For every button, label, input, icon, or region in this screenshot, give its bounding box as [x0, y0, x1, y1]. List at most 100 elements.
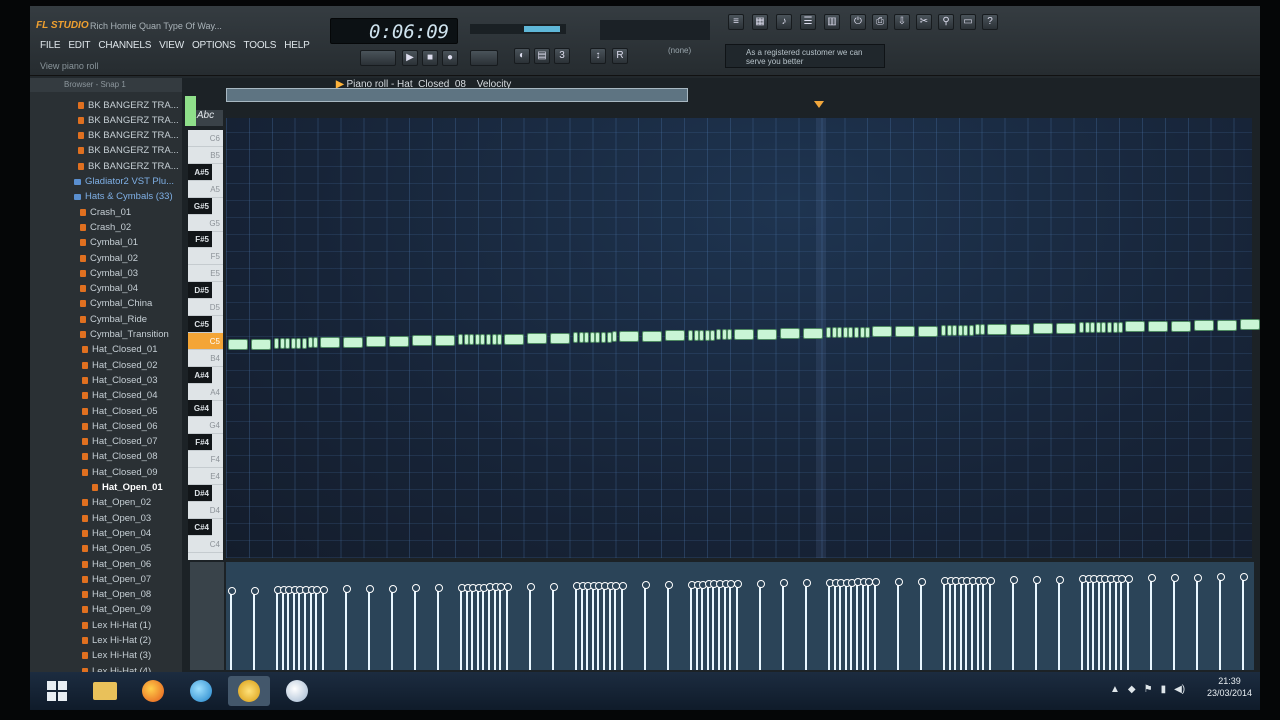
power-icon[interactable]: ⏻ — [850, 14, 866, 30]
piano-key[interactable]: D5 — [188, 299, 223, 316]
note[interactable] — [573, 332, 578, 344]
velocity-bar[interactable] — [872, 578, 880, 670]
horizontal-scrollbar[interactable] — [226, 88, 688, 102]
menu-channels[interactable]: CHANNELS — [98, 40, 151, 51]
browser-folder[interactable]: Gladiator2 VST Plu... — [74, 175, 174, 189]
velocity-bar[interactable] — [619, 581, 627, 670]
piano-key[interactable]: E4 — [188, 468, 223, 485]
note[interactable] — [716, 329, 721, 341]
velocity-bar[interactable] — [463, 583, 472, 670]
piano-key[interactable]: A#4 — [188, 366, 212, 384]
note[interactable] — [1125, 321, 1145, 333]
velocity-bar[interactable] — [1125, 574, 1133, 670]
note[interactable] — [228, 338, 248, 350]
piano-key[interactable]: B5 — [188, 147, 223, 164]
velocity-bar[interactable] — [688, 580, 696, 670]
tray-flag-icon[interactable]: ⚑ — [1144, 684, 1153, 695]
velocity-bar[interactable] — [612, 581, 621, 670]
browser-item[interactable]: Hat_Open_05 — [82, 542, 151, 556]
browser-item[interactable]: BK BANGERZ TRA... — [78, 159, 179, 173]
blend-icon[interactable]: ↕ — [590, 48, 606, 64]
piano-key[interactable]: F5 — [188, 248, 223, 266]
velocity-bar[interactable] — [895, 577, 903, 670]
browser-item[interactable]: Cymbal_China — [80, 297, 152, 311]
note[interactable] — [274, 338, 279, 350]
velocity-bar[interactable] — [642, 581, 650, 670]
velocity-bar[interactable] — [1056, 575, 1064, 670]
volume-icon[interactable]: ◀) — [1174, 684, 1185, 695]
velocity-bar[interactable] — [389, 584, 397, 670]
velocity-bar[interactable] — [1148, 574, 1156, 670]
velocity-bar[interactable] — [279, 586, 288, 670]
note[interactable] — [389, 335, 409, 347]
note-grid[interactable] — [226, 118, 1260, 558]
velocity-bar[interactable] — [865, 578, 874, 670]
piano-key[interactable]: A5 — [188, 181, 223, 198]
network-icon[interactable]: ▮ — [1161, 684, 1167, 695]
velocity-bar[interactable] — [274, 586, 282, 670]
menu-file[interactable]: FILE — [40, 40, 61, 51]
velocity-bar[interactable] — [757, 579, 765, 670]
velocity-bar[interactable] — [320, 585, 328, 670]
velocity-bar[interactable] — [343, 585, 351, 670]
app-taskbar-icon[interactable] — [276, 676, 318, 706]
firefox-icon[interactable] — [132, 676, 174, 706]
note[interactable] — [486, 333, 491, 345]
velocity-bar[interactable] — [734, 580, 742, 670]
note[interactable] — [474, 334, 480, 346]
menu-options[interactable]: OPTIONS — [192, 40, 236, 51]
velocity-bar[interactable] — [1101, 575, 1110, 670]
velocity-bar[interactable] — [837, 578, 846, 670]
browser-item[interactable]: Crash_02 — [80, 220, 131, 234]
velocity-bar[interactable] — [831, 578, 840, 670]
note[interactable] — [872, 326, 892, 338]
browser-item[interactable]: Hat_Open_02 — [82, 496, 151, 510]
velocity-lane[interactable] — [226, 562, 1254, 670]
velocity-bar[interactable] — [307, 585, 316, 670]
velocity-bar[interactable] — [584, 582, 593, 670]
velocity-bar[interactable] — [704, 580, 713, 670]
velocity-bar[interactable] — [716, 580, 724, 670]
velocity-bar[interactable] — [601, 581, 609, 670]
export-icon[interactable]: ⇩ — [894, 14, 910, 30]
note[interactable] — [854, 326, 859, 338]
document-icon[interactable]: ▭ — [960, 14, 976, 30]
velocity-bar[interactable] — [848, 578, 857, 670]
velocity-bar[interactable] — [1095, 575, 1104, 670]
search-icon[interactable]: ⚲ — [938, 14, 954, 30]
piano-key[interactable]: C4 — [188, 536, 223, 553]
menu-edit[interactable]: EDIT — [68, 40, 90, 51]
piano-key[interactable]: F#4 — [188, 434, 212, 452]
piano-key[interactable]: A4 — [188, 384, 223, 401]
note[interactable] — [704, 329, 710, 341]
velocity-bar[interactable] — [987, 576, 995, 670]
note[interactable] — [1240, 319, 1260, 331]
piano-key[interactable]: D#5 — [188, 282, 212, 300]
browser-item[interactable]: Cymbal_02 — [80, 251, 138, 265]
piano-key[interactable]: E5 — [188, 265, 223, 283]
note[interactable] — [279, 337, 285, 349]
piano-key[interactable]: C#5 — [188, 315, 212, 333]
velocity-bar[interactable] — [1112, 574, 1121, 670]
pattern-song-toggle[interactable] — [360, 50, 396, 66]
browser-item[interactable]: Hat_Open_04 — [82, 526, 151, 540]
browser-item[interactable]: Hat_Open_06 — [82, 557, 151, 571]
note[interactable] — [491, 333, 497, 345]
piano-key[interactable]: A#5 — [188, 163, 212, 181]
internet-explorer-icon[interactable] — [180, 676, 222, 706]
note[interactable] — [251, 338, 271, 350]
velocity-bar[interactable] — [285, 586, 294, 670]
velocity-bar[interactable] — [952, 577, 961, 670]
note[interactable] — [435, 334, 455, 346]
piano-key[interactable]: G#5 — [188, 197, 212, 215]
note[interactable] — [1033, 323, 1053, 335]
note[interactable] — [612, 331, 618, 343]
velocity-bar[interactable] — [1010, 576, 1018, 670]
note[interactable] — [957, 324, 963, 336]
velocity-bar[interactable] — [1217, 573, 1225, 670]
song-time-display[interactable]: 0:06:09 — [330, 18, 458, 44]
velocity-bar[interactable] — [665, 581, 673, 670]
velocity-bar[interactable] — [550, 582, 558, 670]
velocity-bar[interactable] — [710, 580, 719, 670]
velocity-bar[interactable] — [504, 583, 512, 670]
